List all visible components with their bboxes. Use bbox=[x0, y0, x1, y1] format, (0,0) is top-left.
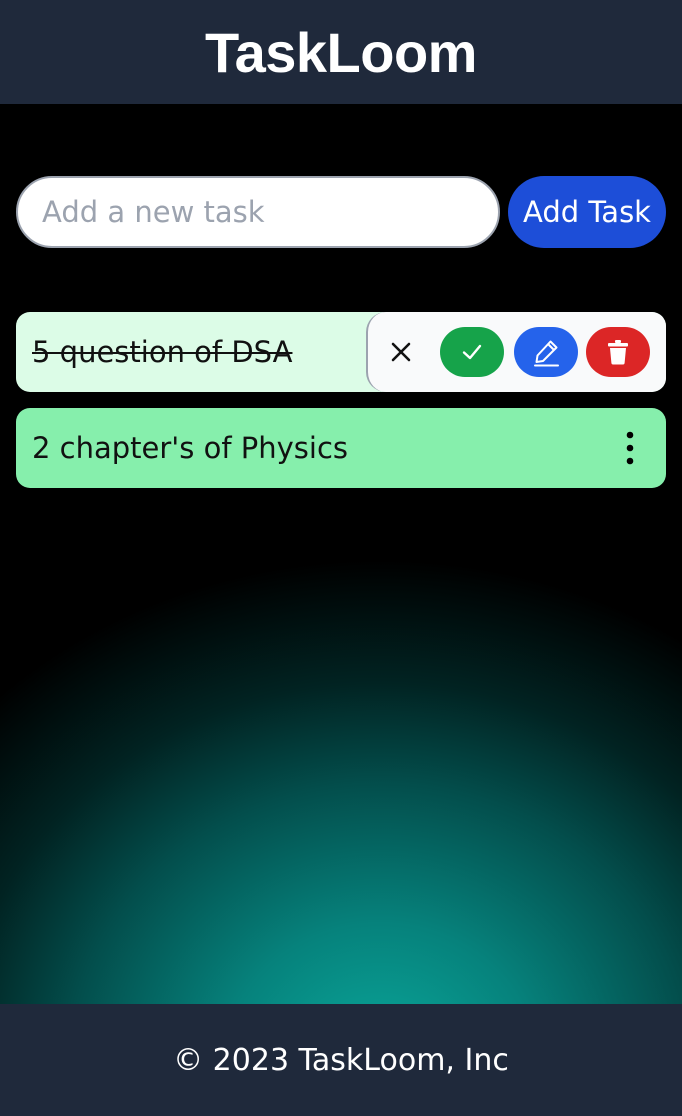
copyright-text: © 2023 TaskLoom, Inc bbox=[173, 1042, 509, 1078]
pencil-icon bbox=[534, 340, 559, 367]
task-text: 5 question of DSA bbox=[32, 335, 293, 369]
task-item: 2 chapter's of Physics bbox=[16, 408, 666, 488]
task-list: 5 question of DSA 2 chapter's of Physics bbox=[16, 312, 666, 504]
complete-task-button[interactable] bbox=[440, 327, 504, 377]
app-title: TaskLoom bbox=[205, 20, 477, 84]
task-actions-panel bbox=[366, 312, 666, 392]
kebab-menu-icon bbox=[626, 431, 634, 465]
close-icon bbox=[391, 342, 411, 362]
trash-icon bbox=[608, 340, 628, 365]
close-actions-button[interactable] bbox=[386, 332, 416, 372]
task-text: 2 chapter's of Physics bbox=[32, 431, 349, 465]
app-header: TaskLoom bbox=[0, 0, 682, 104]
edit-task-button[interactable] bbox=[514, 327, 578, 377]
delete-task-button[interactable] bbox=[586, 327, 650, 377]
app-footer: © 2023 TaskLoom, Inc bbox=[0, 1004, 682, 1116]
task-menu-button[interactable] bbox=[618, 428, 642, 468]
add-task-form: Add Task bbox=[16, 176, 666, 248]
check-icon bbox=[462, 344, 482, 360]
task-item: 5 question of DSA bbox=[16, 312, 666, 392]
add-task-button[interactable]: Add Task bbox=[508, 176, 666, 248]
main-content: Add Task 5 question of DSA bbox=[0, 104, 682, 1004]
new-task-input[interactable] bbox=[16, 176, 500, 248]
